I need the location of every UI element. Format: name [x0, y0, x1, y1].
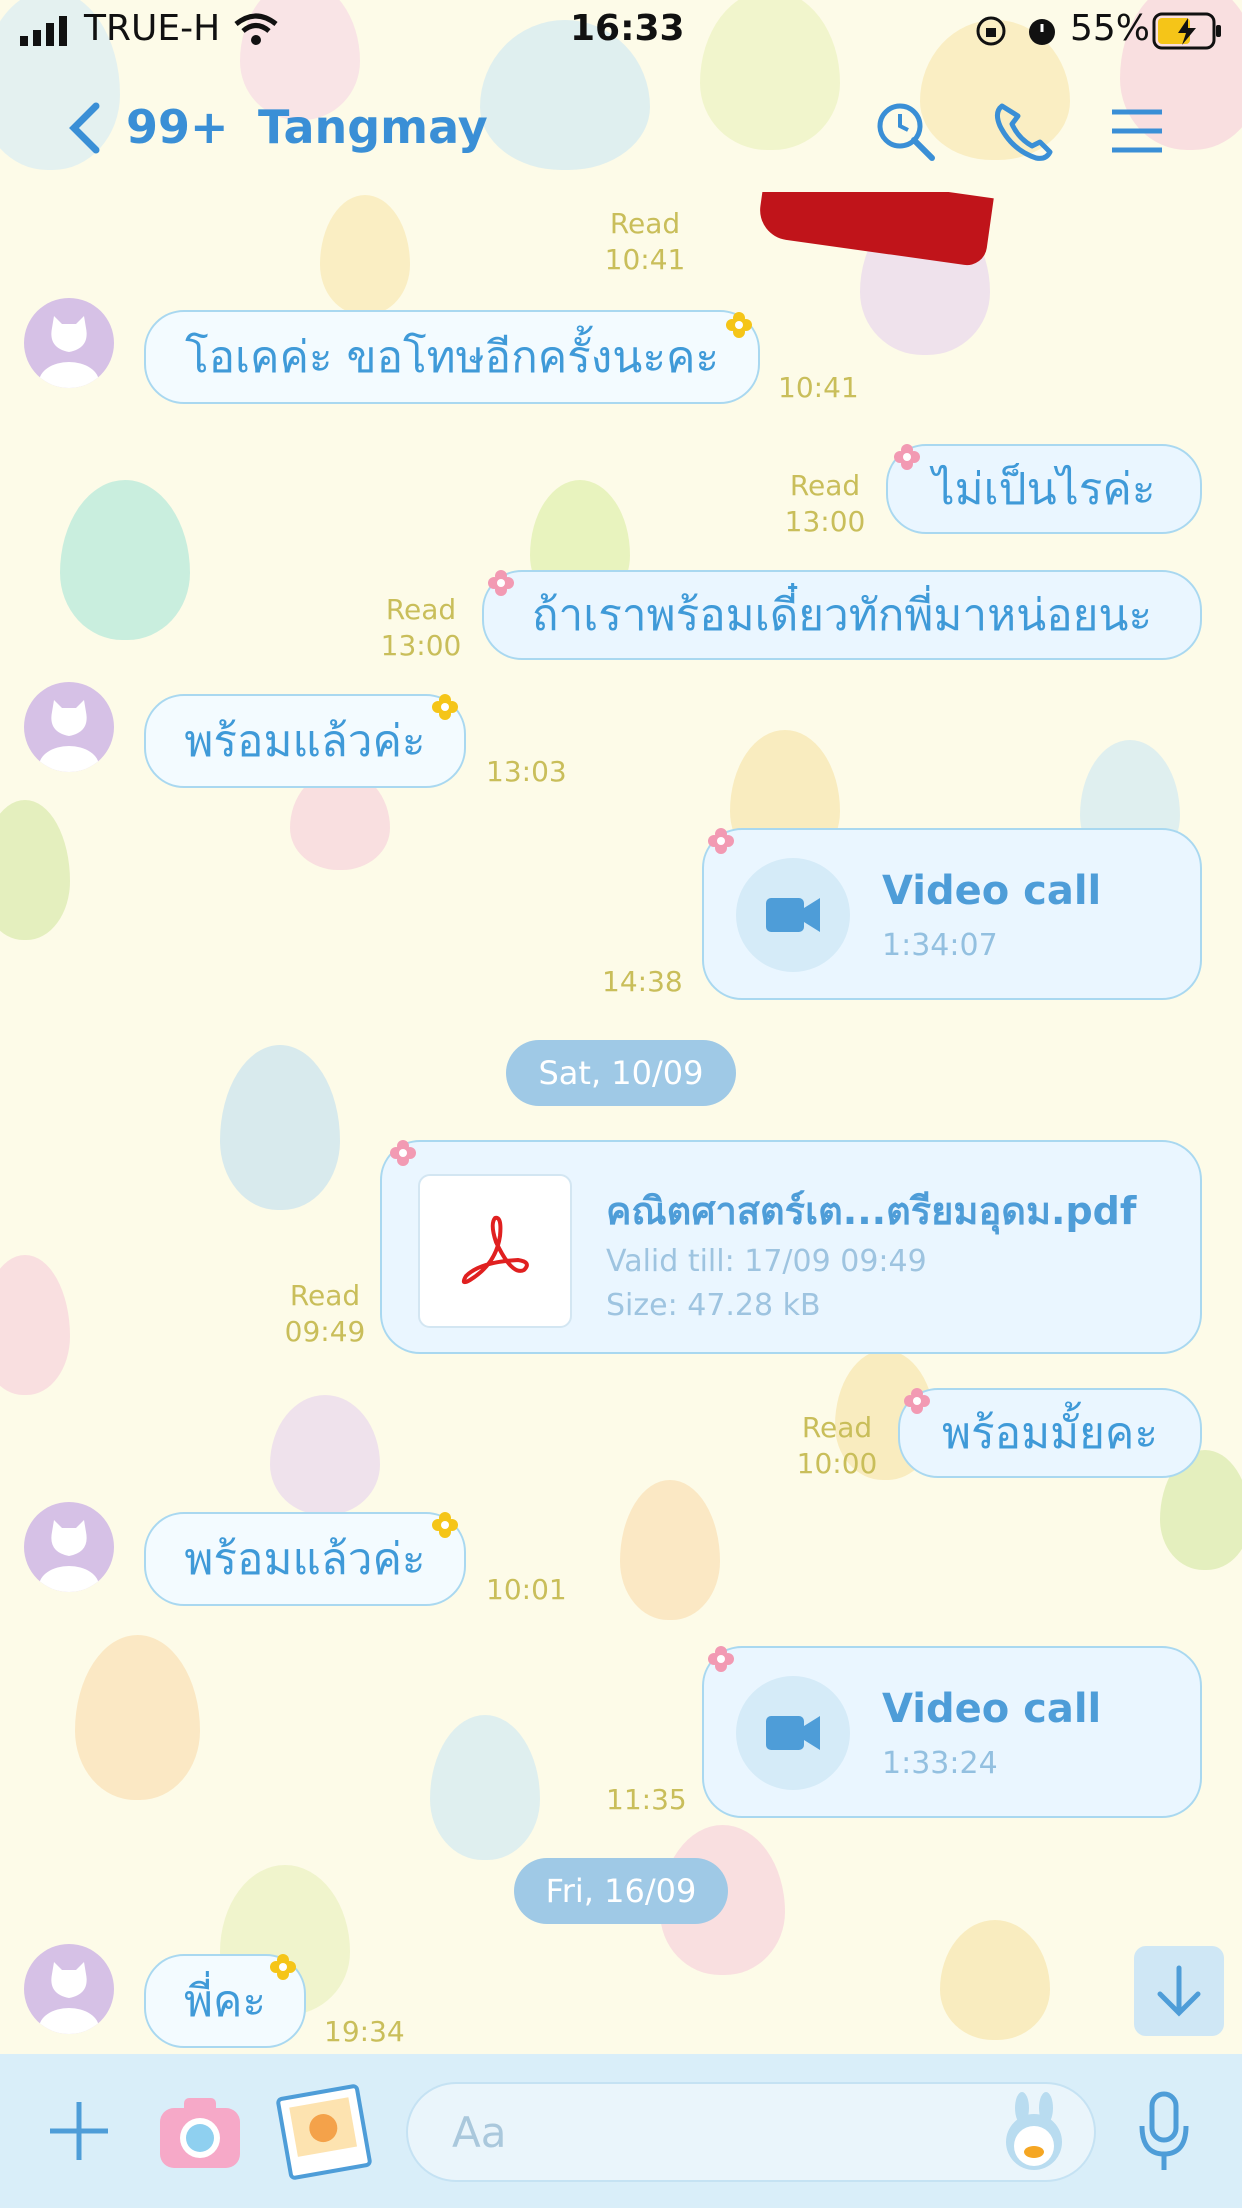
- video-call-duration: 1:33:24: [882, 1746, 998, 1781]
- message-time: 13:03: [486, 755, 567, 788]
- sticker-icon[interactable]: [994, 2092, 1074, 2174]
- flower-icon: [432, 694, 458, 720]
- camera-icon[interactable]: [156, 2092, 244, 2172]
- scroll-to-bottom-button[interactable]: [1134, 1946, 1224, 2036]
- avatar[interactable]: [24, 682, 114, 772]
- message-time: 10:01: [486, 1573, 567, 1606]
- flower-icon: [390, 1140, 416, 1166]
- menu-icon[interactable]: [1104, 98, 1170, 164]
- message-input-placeholder: Aa: [452, 2108, 507, 2157]
- cat-avatar-icon: [39, 700, 99, 772]
- rotation-lock-icon: [976, 16, 1006, 46]
- pdf-file-thumbnail: [418, 1174, 572, 1328]
- cat-avatar-icon: [39, 1520, 99, 1592]
- message-bubble[interactable]: พร้อมแล้วค่ะ: [144, 1512, 466, 1606]
- read-receipt: Read 10:41: [604, 207, 686, 276]
- alarm-icon: [1029, 19, 1055, 45]
- plus-icon[interactable]: [44, 2096, 114, 2166]
- message-bubble[interactable]: โอเคค่ะ ขอโทษอีกครั้งนะคะ: [144, 310, 760, 404]
- carrier-label: TRUE-H: [84, 8, 221, 49]
- flower-icon: [488, 570, 514, 596]
- wifi-icon: [234, 13, 278, 45]
- flower-icon: [270, 1954, 296, 1980]
- message-bubble[interactable]: พร้อมมั้ยคะ: [898, 1388, 1202, 1478]
- pdf-icon: [461, 1215, 529, 1285]
- back-chevron-icon[interactable]: [64, 100, 104, 156]
- flower-icon: [708, 828, 734, 854]
- message-text: ไม่เป็นไรค่ะ: [932, 464, 1156, 515]
- file-name: คณิตศาสตร์เต...ตรียมอุดม.pdf: [606, 1189, 1137, 1233]
- message-bubble[interactable]: ถ้าเราพร้อมเดี๋ยวทักพี่มาหน่อยนะ: [482, 570, 1202, 660]
- message-bubble[interactable]: พร้อมแล้วค่ะ: [144, 694, 466, 788]
- date-divider: Fri, 16/09: [514, 1858, 728, 1924]
- file-valid-till: Valid till: 17/09 09:49: [606, 1244, 927, 1279]
- avatar[interactable]: [24, 298, 114, 388]
- search-icon[interactable]: [872, 98, 938, 164]
- message-text: โอเคค่ะ ขอโทษอีกครั้งนะคะ: [184, 332, 720, 383]
- date-divider: Sat, 10/09: [506, 1040, 736, 1106]
- message-input[interactable]: Aa: [406, 2082, 1096, 2182]
- read-receipt: Read 13:00: [380, 593, 462, 662]
- cat-avatar-icon: [39, 316, 99, 388]
- avatar[interactable]: [24, 1502, 114, 1592]
- video-call-bubble[interactable]: Video call 1:33:24: [702, 1646, 1202, 1818]
- message-text: ถ้าเราพร้อมเดี๋ยวทักพี่มาหน่อยนะ: [531, 590, 1153, 641]
- chat-header: 99+ Tangmay: [0, 62, 1242, 192]
- read-receipt: Read 09:49: [284, 1279, 366, 1348]
- message-time: 19:34: [324, 2015, 405, 2048]
- file-bubble[interactable]: คณิตศาสตร์เต...ตรียมอุดม.pdf Valid till:…: [380, 1140, 1202, 1354]
- message-time: 14:38: [602, 965, 683, 998]
- battery-icon: [1152, 12, 1221, 50]
- arrow-down-icon: [1157, 1965, 1201, 2017]
- contact-name[interactable]: Tangmay: [258, 100, 488, 154]
- video-call-duration: 1:34:07: [882, 928, 998, 963]
- microphone-icon[interactable]: [1134, 2090, 1194, 2174]
- message-text: พร้อมแล้วค่ะ: [184, 1534, 426, 1585]
- video-call-title: Video call: [882, 1686, 1102, 1732]
- phone-icon[interactable]: [990, 98, 1056, 164]
- video-camera-icon: [736, 858, 850, 972]
- video-camera-icon: [736, 1676, 850, 1790]
- message-time: 10:41: [778, 371, 859, 404]
- flower-icon: [432, 1512, 458, 1538]
- status-bar: TRUE-H 16:33 55%: [0, 0, 1242, 62]
- photo-gallery-icon[interactable]: [272, 2084, 376, 2180]
- video-call-bubble[interactable]: Video call 1:34:07: [702, 828, 1202, 1000]
- unread-count[interactable]: 99+: [126, 100, 229, 154]
- sticker-message[interactable]: [756, 192, 994, 268]
- flower-icon: [894, 444, 920, 470]
- message-list[interactable]: Read 10:41 โอเคค่ะ ขอโทษอีกครั้งนะคะ 10:4…: [0, 192, 1242, 2054]
- message-text: พร้อมมั้ยคะ: [942, 1408, 1158, 1459]
- flower-icon: [726, 312, 752, 338]
- signal-icon: [20, 16, 67, 46]
- cat-avatar-icon: [39, 1962, 99, 2034]
- avatar[interactable]: [24, 1944, 114, 2034]
- message-text: พร้อมแล้วค่ะ: [184, 716, 426, 767]
- flower-icon: [904, 1388, 930, 1414]
- video-call-title: Video call: [882, 868, 1102, 914]
- flower-icon: [708, 1646, 734, 1672]
- file-size: Size: 47.28 kB: [606, 1288, 821, 1323]
- battery-percent: 55%: [1070, 8, 1151, 49]
- message-bubble[interactable]: ไม่เป็นไรค่ะ: [886, 444, 1202, 534]
- read-receipt: Read 10:00: [796, 1411, 878, 1480]
- read-receipt: Read 13:00: [784, 469, 866, 538]
- message-time: 11:35: [606, 1783, 687, 1816]
- input-bar: Aa: [0, 2054, 1242, 2208]
- clock: 16:33: [570, 8, 685, 49]
